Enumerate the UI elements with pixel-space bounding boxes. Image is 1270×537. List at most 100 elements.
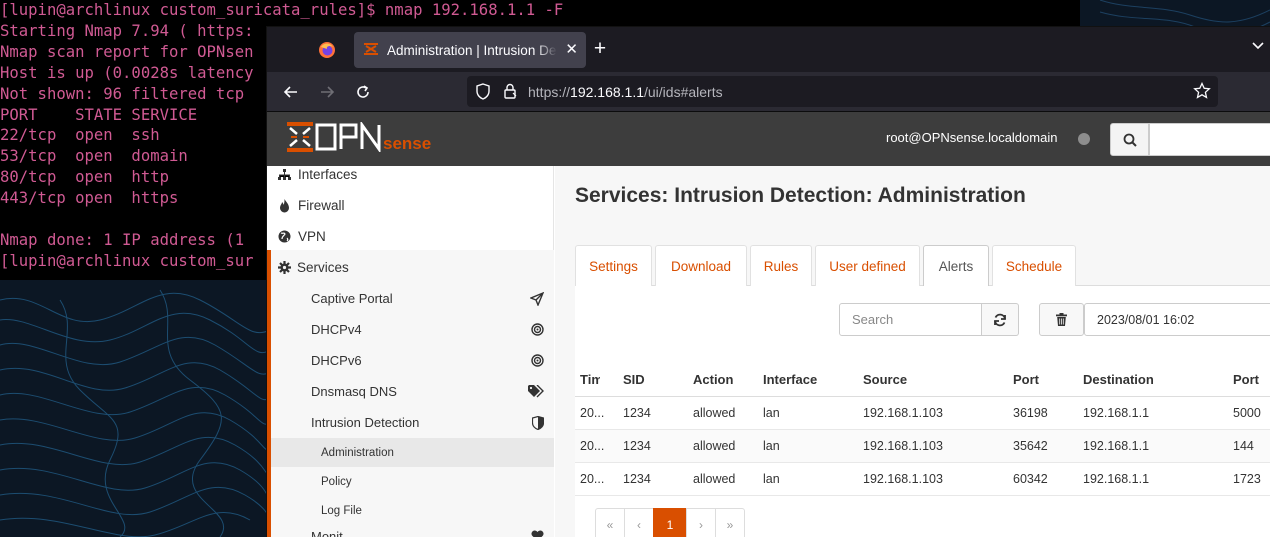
cell-destination: 192.168.1.1 [1083, 406, 1150, 420]
column-header-source[interactable]: Source [863, 363, 907, 396]
current-user[interactable]: root@OPNsense.localdomain [886, 130, 1057, 145]
column-header-source-port[interactable]: Port [1013, 363, 1039, 396]
tags-icon [528, 385, 544, 398]
sidebar-item-vpn[interactable]: VPN [267, 221, 554, 252]
sidebar-item-captive-portal[interactable]: Captive Portal [271, 283, 554, 314]
alerts-search-input[interactable]: Search [839, 303, 982, 336]
cell-destination: 192.168.1.1 [1083, 472, 1150, 486]
sidebar: Interfaces Firewall VPN Services Captive… [267, 166, 554, 537]
tab-download[interactable]: Download [655, 245, 747, 286]
pagination: « ‹ 1 › » [595, 508, 745, 537]
sidebar-item-dhcpv4[interactable]: DHCPv4 [271, 314, 554, 345]
cell-sid: 1234 [623, 439, 651, 453]
cell-action: allowed [693, 439, 736, 453]
tab-user-defined[interactable]: User defined [815, 245, 920, 286]
cell-source-port: 60342 [1013, 472, 1048, 486]
sidebar-item-interfaces[interactable]: Interfaces [267, 159, 554, 190]
cell-action: allowed [693, 472, 736, 486]
table-header: Timestamp SID Action Interface Source Po… [575, 363, 1270, 397]
cell-interface: lan [763, 472, 780, 486]
table-row[interactable]: 20... 1234 allowed lan 192.168.1.103 603… [575, 463, 1270, 496]
tab-settings[interactable]: Settings [575, 245, 652, 286]
tab-schedule[interactable]: Schedule [992, 245, 1076, 286]
sidebar-item-monit[interactable]: Monit [271, 528, 554, 537]
forward-arrow-icon[interactable] [314, 80, 340, 104]
column-header-action[interactable]: Action [693, 363, 733, 396]
cell-timestamp: 20... [580, 439, 605, 453]
opnsense-header: sense root@OPNsense.localdomain [267, 112, 1270, 166]
cell-destination: 192.168.1.1 [1083, 439, 1150, 453]
log-date-select[interactable]: 2023/08/01 16:02 [1084, 303, 1270, 336]
alerts-panel: Search 2023/08/01 16:02 Timestamp SID Ac… [575, 286, 1270, 537]
tab-rules[interactable]: Rules [750, 245, 812, 286]
sidebar-item-dhcpv6[interactable]: DHCPv6 [271, 345, 554, 376]
column-header-destination[interactable]: Destination [1083, 363, 1154, 396]
svg-text:sense: sense [383, 134, 431, 152]
sitemap-icon [276, 168, 292, 181]
back-arrow-icon[interactable] [278, 80, 304, 104]
column-header-interface[interactable]: Interface [763, 363, 817, 396]
menu-search-input[interactable] [1149, 123, 1270, 156]
browser-tab-bar: Administration | Intrusion Detection ✕ + [267, 27, 1270, 72]
bookmark-star-icon[interactable] [1193, 81, 1211, 105]
reload-icon[interactable] [350, 80, 376, 104]
first-page-button[interactable]: « [595, 508, 625, 537]
sidebar-item-log-file[interactable]: Log File [271, 496, 554, 525]
last-page-button[interactable]: » [715, 508, 745, 537]
next-page-button[interactable]: › [686, 508, 716, 537]
tab-strip: Settings Download Rules User defined Ale… [575, 245, 1270, 287]
heart-icon [531, 530, 544, 537]
page-1-button[interactable]: 1 [653, 508, 687, 537]
cell-sid: 1234 [623, 472, 651, 486]
cell-destination-port: 144 [1233, 439, 1254, 453]
cell-source: 192.168.1.103 [863, 439, 943, 453]
main-content: Services: Intrusion Detection: Administr… [555, 166, 1270, 537]
tab-alerts[interactable]: Alerts [923, 245, 989, 287]
column-header-timestamp[interactable]: Timestamp [580, 363, 600, 396]
paper-plane-icon [530, 291, 544, 306]
shield-icon [532, 415, 544, 430]
sidebar-item-administration[interactable]: Administration [271, 438, 554, 467]
page-title: Services: Intrusion Detection: Administr… [575, 184, 1026, 207]
globe-icon [276, 230, 292, 243]
firefox-icon[interactable] [312, 35, 342, 65]
cell-timestamp: 20... [580, 472, 605, 486]
cell-source: 192.168.1.103 [863, 406, 943, 420]
browser-window: Administration | Intrusion Detection ✕ +… [267, 27, 1270, 537]
cog-icon [276, 261, 292, 274]
cell-source-port: 35642 [1013, 439, 1048, 453]
sidebar-item-intrusion-detection[interactable]: Intrusion Detection [271, 407, 554, 438]
sidebar-item-firewall[interactable]: Firewall [267, 190, 554, 221]
table-row[interactable]: 20... 1234 allowed lan 192.168.1.103 356… [575, 430, 1270, 463]
prev-page-button[interactable]: ‹ [624, 508, 654, 537]
trash-icon[interactable] [1039, 303, 1084, 336]
cell-action: allowed [693, 406, 736, 420]
browser-nav-bar: https://192.168.1.1/ui/ids#alerts [267, 72, 1270, 112]
shield-tracking-icon[interactable] [475, 83, 491, 105]
url-bar[interactable]: https://192.168.1.1/ui/ids#alerts [467, 76, 1218, 107]
column-header-sid[interactable]: SID [623, 363, 645, 396]
column-header-destination-port[interactable]: Port [1233, 363, 1259, 396]
bullseye-icon [531, 354, 544, 367]
cell-interface: lan [763, 406, 780, 420]
cell-destination-port: 1723 [1233, 472, 1261, 486]
bullseye-icon [531, 323, 544, 336]
list-tabs-chevron-down-icon[interactable] [1251, 39, 1265, 58]
close-tab-icon[interactable]: ✕ [565, 40, 578, 58]
sidebar-item-policy[interactable]: Policy [271, 467, 554, 496]
sidebar-item-dnsmasq-dns[interactable]: Dnsmasq DNS [271, 376, 554, 407]
cell-interface: lan [763, 439, 780, 453]
lock-icon[interactable] [503, 83, 517, 104]
toolbar-overflow [1218, 76, 1270, 107]
cell-source-port: 36198 [1013, 406, 1048, 420]
sidebar-item-services[interactable]: Services [271, 252, 554, 283]
cell-timestamp: 20... [580, 406, 605, 420]
table-row[interactable]: 20... 1234 allowed lan 192.168.1.103 361… [575, 397, 1270, 430]
cell-destination-port: 5000 [1233, 406, 1261, 420]
search-icon[interactable] [1110, 123, 1149, 156]
new-tab-icon[interactable]: + [587, 37, 613, 63]
refresh-icon[interactable] [982, 303, 1019, 336]
opnsense-logo[interactable]: sense [287, 120, 439, 157]
system-status-icon[interactable] [1078, 133, 1090, 145]
tab-administration[interactable]: Administration | Intrusion Detection ✕ [354, 32, 586, 68]
